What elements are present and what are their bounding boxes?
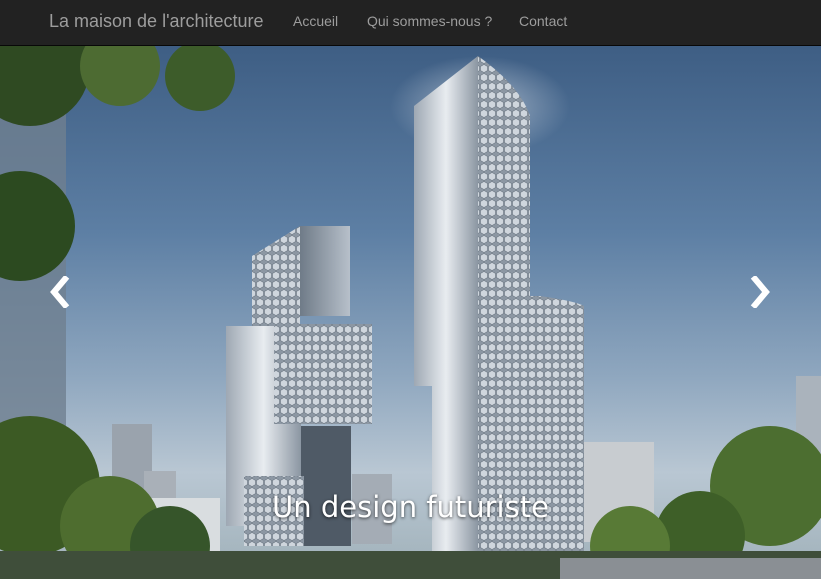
carousel-next-button[interactable] [746,272,776,312]
chevron-right-icon [750,276,770,308]
carousel: Un design futuriste [0,46,821,579]
carousel-prev-button[interactable] [44,272,74,312]
chevron-left-icon [50,276,70,308]
nav-link-contact[interactable]: Contact [519,13,567,29]
nav-link-accueil[interactable]: Accueil [293,13,338,29]
slide-caption: Un design futuriste [272,490,549,524]
brand-link[interactable]: La maison de l'architecture [49,11,264,32]
navbar: La maison de l'architecture Accueil Qui … [0,0,821,46]
nav-link-qui-sommes-nous[interactable]: Qui sommes-nous ? [367,13,492,29]
